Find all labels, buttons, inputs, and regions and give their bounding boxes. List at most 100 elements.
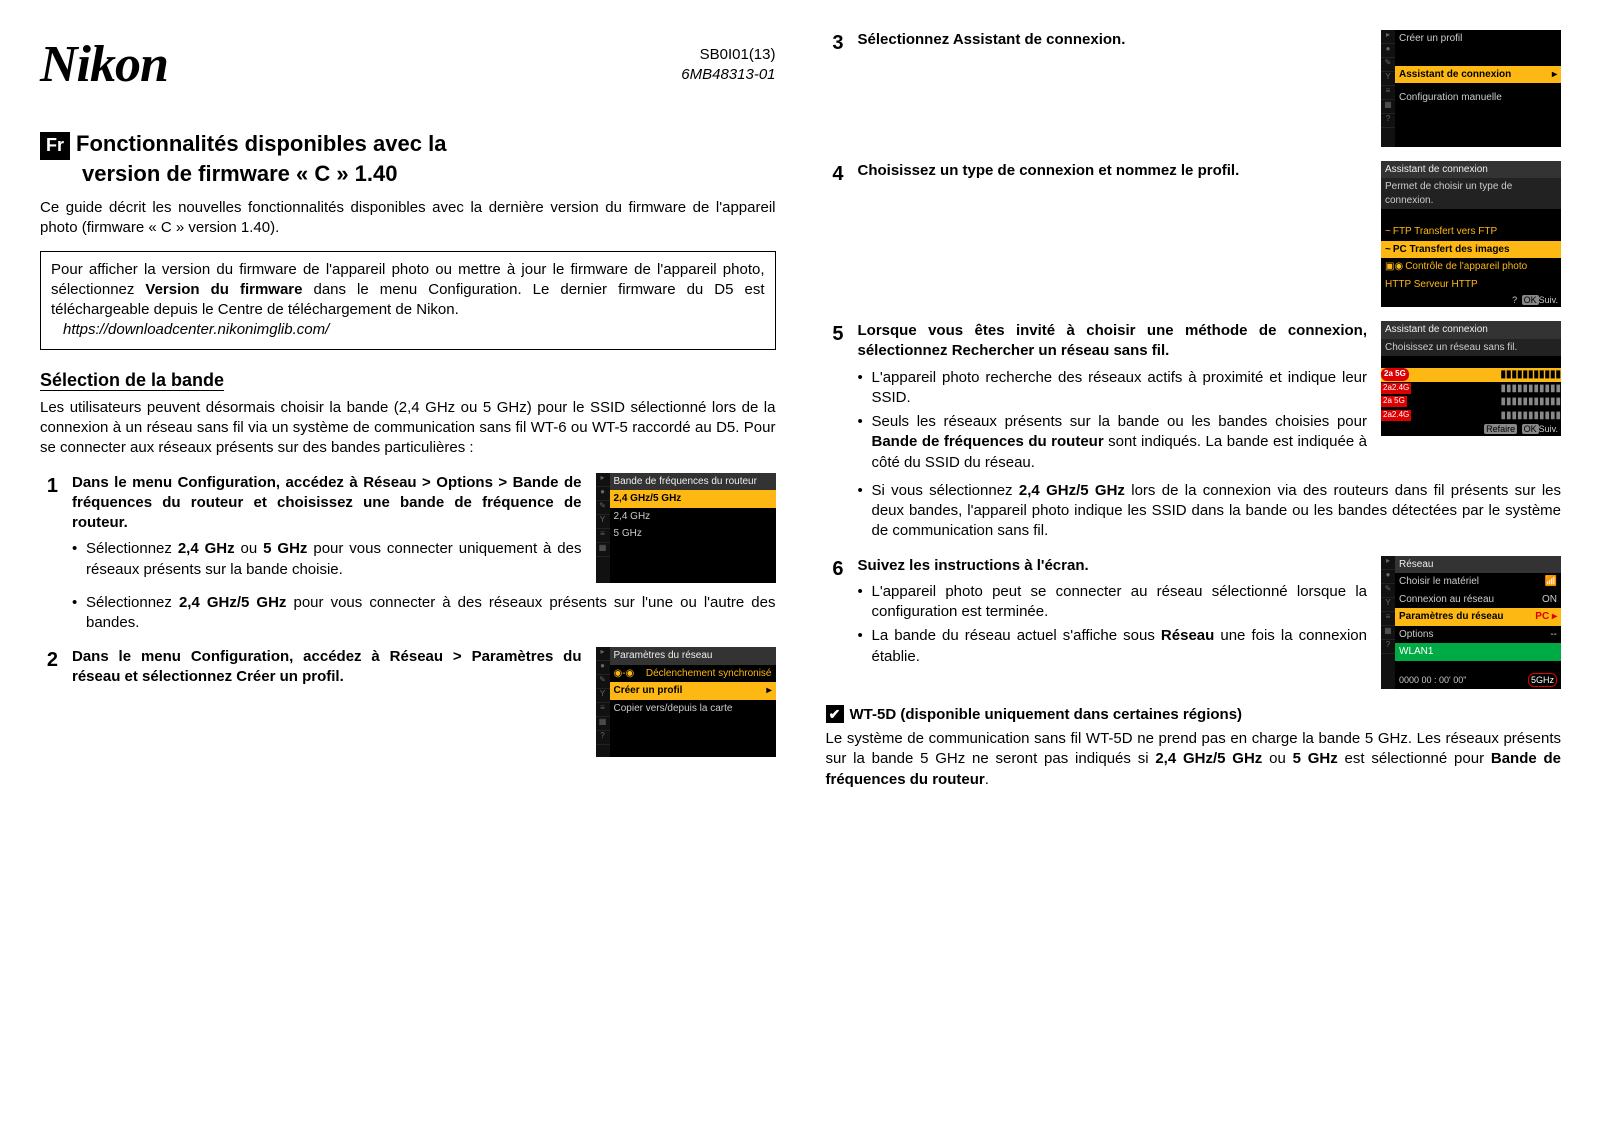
s5-li3b: 2,4 GHz/5 GHz [1019, 482, 1125, 499]
shot2-r2-label: Créer un profil [614, 684, 683, 698]
shot2-r1: ◉-◉ Déclenchement synchronisé [610, 665, 776, 683]
shot5-suiv: Suiv. [1539, 424, 1558, 434]
s6-li1: L'appareil photo peut se connecter au ré… [858, 582, 1368, 623]
s1-li1d: 5 GHz [263, 540, 307, 557]
wt5d-note: ✔ WT-5D (disponible uniquement dans cert… [826, 705, 1562, 725]
header-row: Nikon SB0I01(13) 6MB48313-01 [40, 30, 776, 100]
s1-t3: > [493, 474, 513, 491]
s2-b3: Créer un profil [236, 668, 339, 685]
doc-codes: SB0I01(13) 6MB48313-01 [681, 45, 775, 86]
lang-badge: Fr [40, 132, 70, 159]
shot6-r5: WLAN1 [1395, 643, 1561, 661]
step-4: 4 Choisissez un type de connexion et nom… [826, 161, 1562, 308]
s1-li1a: Sélectionnez [86, 540, 178, 557]
screenshot-network-params: ▸●✎Y≡▦? Paramètres du réseau ◉-◉ Déclenc… [596, 647, 776, 757]
doc-code-1: SB0I01(13) [681, 45, 775, 65]
shot6-status: 0000 00 : 00' 00" 5GHz [1395, 671, 1561, 689]
s1-li2: Sélectionnez 2,4 GHz/5 GHz pour vous con… [72, 593, 776, 634]
shot5-footer: Refaire OKSuiv. [1381, 422, 1561, 436]
s1-li2a: Sélectionnez [86, 594, 179, 611]
screenshot-network-list: Assistant de connexion Choisissez un rés… [1381, 321, 1561, 436]
shot5-ok: OK [1522, 424, 1539, 434]
s5-li2: Seuls les réseaux présents sur la bande … [858, 412, 1368, 473]
box-bold: Version du firmware [145, 281, 302, 298]
s2-t2: > [443, 648, 472, 665]
step-1-text: Dans le menu Configuration, accédez à Ré… [72, 473, 582, 580]
s5-b1: Rechercher un réseau sans fil [952, 342, 1165, 359]
s3-t1: Sélectionnez [858, 31, 953, 48]
step-5-li3: Si vous sélectionnez 2,4 GHz/5 GHz lors … [858, 475, 1562, 542]
shot6-r3-v: PC ▸ [1535, 610, 1557, 624]
shot4-ok: OK [1522, 295, 1539, 305]
shot2-r3: Copier vers/depuis la carte [610, 700, 776, 718]
shot6-r2: Connexion au réseauON [1395, 591, 1561, 609]
screenshot-connection-type: Assistant de connexion Permet de choisir… [1381, 161, 1561, 308]
s2-t1: Dans le menu Configuration, accédez à [72, 648, 390, 665]
shot4-r3: ▣◉Contrôle de l'appareil photo [1381, 258, 1561, 276]
shot5-net2: 2a2.4G▮▮▮▮▮▮▮▮▮▮▮ [1381, 382, 1561, 396]
band-selection-heading: Sélection de la bande [40, 368, 776, 392]
shot4-r1-label: FTP Transfert vers FTP [1393, 225, 1557, 239]
shot6-r1: Choisir le matériel📶 [1395, 573, 1561, 591]
step-5-cont: Si vous sélectionnez 2,4 GHz/5 GHz lors … [826, 475, 1562, 542]
s5-li2a: Seuls les réseaux présents sur la bande … [872, 413, 1368, 430]
s5-li1: L'appareil photo recherche des réseaux a… [858, 368, 1368, 409]
shot6-r4-l: Options [1399, 628, 1433, 642]
page: Nikon SB0I01(13) 6MB48313-01 FrFonctionn… [40, 30, 1561, 790]
step-6: 6 Suivez les instructions à l'écran. L'a… [826, 556, 1562, 689]
step-6-text: Suivez les instructions à l'écran. L'app… [858, 556, 1368, 667]
shot4-r2: ~PC Transfert des images [1381, 241, 1561, 259]
s6-li2a: La bande du réseau actuel s'affiche sous [872, 627, 1161, 644]
s3-b1: Assistant de connexion [953, 31, 1121, 48]
shot4-suiv: Suiv. [1539, 295, 1558, 305]
step-3: 3 Sélectionnez Assistant de connexion. ▸… [826, 30, 1562, 147]
s1-li1b: 2,4 GHz [178, 540, 235, 557]
shot6-r4: Options -- [1395, 626, 1561, 644]
intro-paragraph: Ce guide décrit les nouvelles fonctionna… [40, 198, 776, 239]
s2-b1: Réseau [390, 648, 443, 665]
step-3-number: 3 [826, 30, 844, 57]
s1-b2: Options [436, 474, 493, 491]
shot6-status-text: 0000 00 : 00' 00" [1399, 674, 1466, 686]
note-b2: ou [1262, 750, 1292, 767]
main-title: FrFonctionnalités disponibles avec la ve… [40, 130, 776, 188]
shot2-r1-label: Déclenchement synchronisé [646, 667, 772, 681]
s6-title: Suivez les instructions à l'écran. [858, 557, 1089, 574]
shot4-r3-label: Contrôle de l'appareil photo [1405, 260, 1557, 274]
s5-li3: Si vous sélectionnez 2,4 GHz/5 GHz lors … [858, 481, 1562, 542]
s5-t2: . [1165, 342, 1169, 359]
shot5-header: Assistant de connexion [1381, 321, 1561, 339]
s1-t2: > [417, 474, 437, 491]
band-selection-body: Les utilisateurs peuvent désormais chois… [40, 398, 776, 459]
s3-t2: . [1121, 31, 1125, 48]
shot2-header: Paramètres du réseau [610, 647, 776, 665]
step-5-number: 5 [826, 321, 844, 348]
shot4-r2-label: PC Transfert des images [1393, 243, 1557, 257]
shot6-r2-v: ON [1542, 593, 1557, 607]
shot4-footer: ? OKSuiv. [1381, 293, 1561, 307]
shot1-header: Bande de fréquences du routeur [610, 473, 776, 491]
shot6-r1-l: Choisir le matériel [1399, 575, 1479, 589]
shot6-r3: Paramètres du réseau PC ▸ [1395, 608, 1561, 626]
s1-b1: Réseau [363, 474, 416, 491]
shot6-r4-v: -- [1550, 628, 1557, 642]
shot5-net1: 2a 5G▮▮▮▮▮▮▮▮▮▮▮ [1381, 368, 1561, 382]
s2-t4: . [340, 668, 344, 685]
step-1: 1 Dans le menu Configuration, accédez à … [40, 473, 776, 583]
shot6-r3-l: Paramètres du réseau [1399, 610, 1504, 624]
shot4-r4: HTTP Serveur HTTP [1381, 276, 1561, 294]
shot6-5ghz-badge: 5GHz [1528, 673, 1557, 687]
step-5-text: Lorsque vous êtes invité à choisir une m… [858, 321, 1368, 473]
wt5d-note-body: Le système de communication sans fil WT-… [826, 729, 1562, 790]
s2-t3: et sélectionnez [120, 668, 236, 685]
checkmark-icon: ✔ [826, 705, 844, 723]
doc-code-2: 6MB48313-01 [681, 65, 775, 85]
step-4-text: Choisissez un type de connexion et nomme… [858, 161, 1368, 181]
brand-logo: Nikon [40, 30, 168, 100]
right-column: 3 Sélectionnez Assistant de connexion. ▸… [826, 30, 1562, 790]
s5-li3a: Si vous sélectionnez [872, 482, 1019, 499]
shot5-net3: 2a 5G▮▮▮▮▮▮▮▮▮▮▮ [1381, 395, 1561, 409]
s4-title: Choisissez un type de connexion et nomme… [858, 162, 1240, 179]
shot4-sub: Permet de choisir un type de connexion. [1381, 178, 1561, 209]
shot5-sub: Choisissez un réseau sans fil. [1381, 339, 1561, 357]
